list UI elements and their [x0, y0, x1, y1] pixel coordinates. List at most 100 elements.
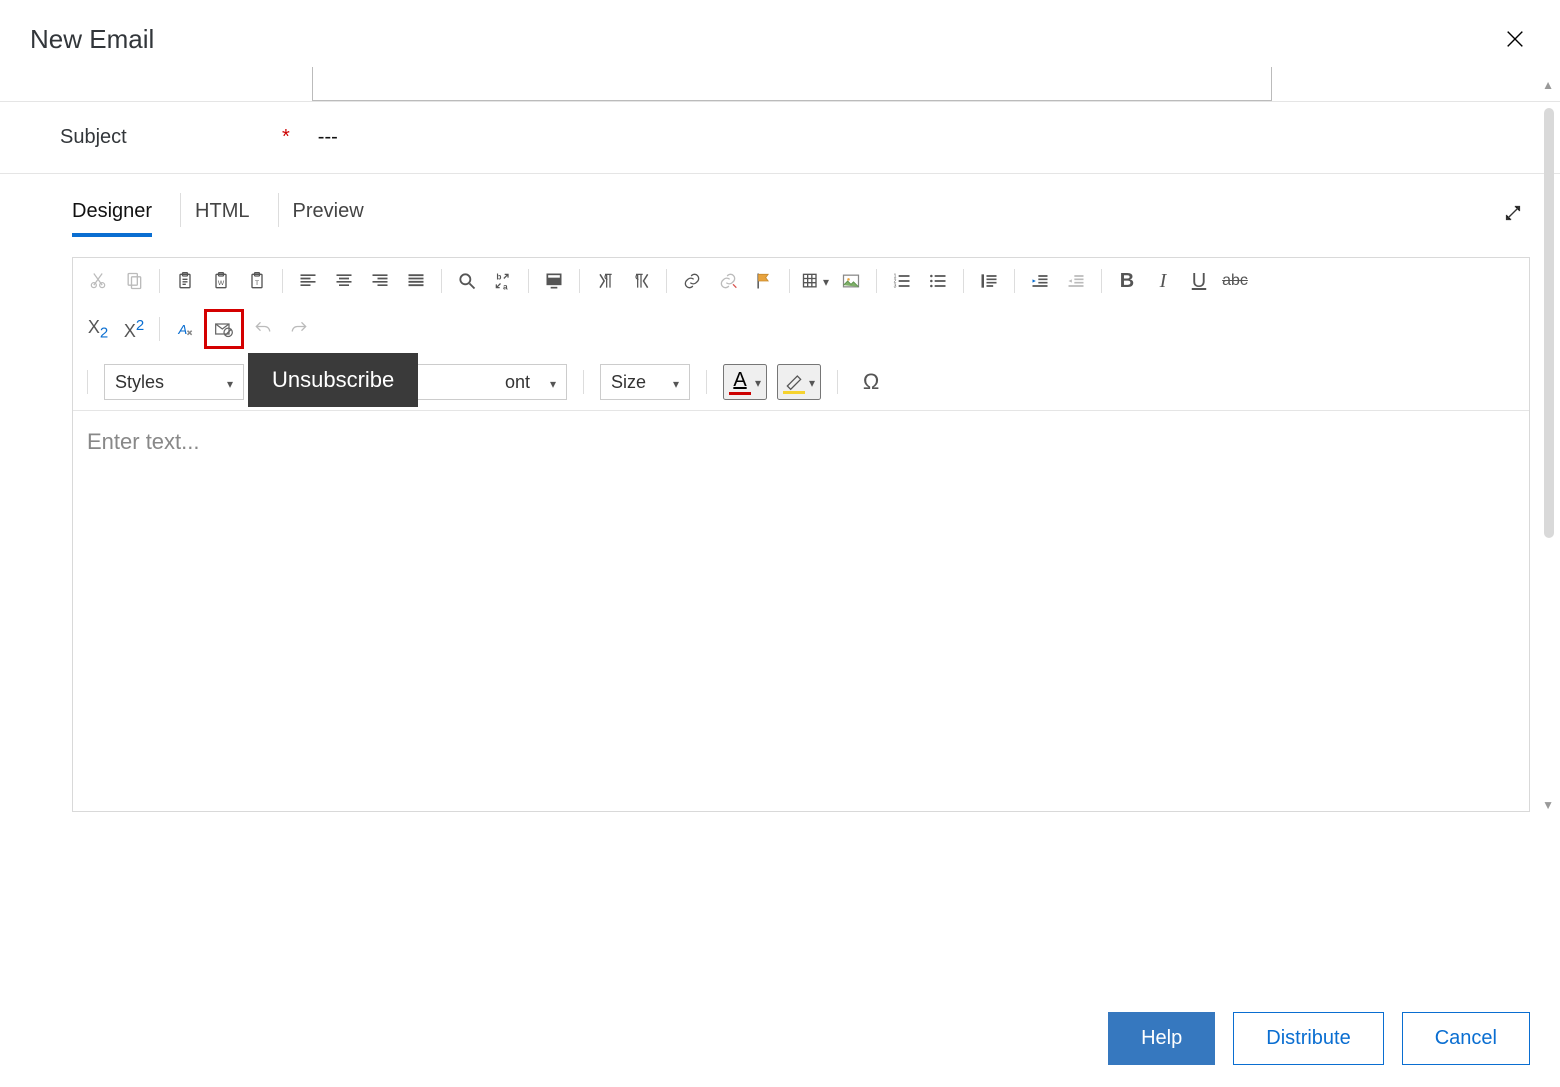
replace-button[interactable]: ba: [486, 264, 520, 298]
toolbar-separator: [159, 269, 160, 293]
templates-icon: [544, 271, 564, 291]
bold-button[interactable]: B: [1110, 264, 1144, 298]
toolbar-separator: [666, 269, 667, 293]
subject-value[interactable]: ---: [318, 126, 338, 149]
paste-word-button[interactable]: W: [204, 264, 238, 298]
outdent-button[interactable]: [1059, 264, 1093, 298]
chevron-down-icon: [755, 375, 761, 390]
italic-button[interactable]: I: [1146, 264, 1180, 298]
numbered-list-button[interactable]: 123: [885, 264, 919, 298]
chevron-down-icon: [823, 274, 829, 289]
toolbar-separator: [706, 370, 707, 394]
tab-separator: [180, 193, 181, 227]
expand-icon: [1502, 202, 1524, 224]
help-button[interactable]: Help: [1108, 1012, 1215, 1065]
templates-button[interactable]: [537, 264, 571, 298]
chevron-down-icon: [227, 372, 233, 393]
scroll-down-indicator[interactable]: ▼: [1542, 798, 1554, 812]
styles-label: Styles: [115, 372, 164, 393]
tab-separator: [278, 193, 279, 227]
paste-word-icon: W: [211, 271, 231, 291]
italic-icon: I: [1160, 270, 1167, 293]
editor-content[interactable]: Enter text...: [73, 411, 1529, 811]
underline-icon: U: [1192, 270, 1206, 293]
tab-designer[interactable]: Designer: [72, 192, 152, 237]
subject-label: Subject: [60, 126, 282, 149]
undo-icon: [253, 319, 273, 339]
toolbar-separator: [876, 269, 877, 293]
styles-dropdown[interactable]: Styles: [104, 364, 244, 400]
toolbar-separator: [1101, 269, 1102, 293]
chevron-down-icon: [550, 372, 556, 393]
image-button[interactable]: [834, 264, 868, 298]
svg-text:A: A: [177, 322, 187, 337]
toolbar-separator: [282, 269, 283, 293]
align-left-button[interactable]: [291, 264, 325, 298]
blockquote-button[interactable]: [972, 264, 1006, 298]
toolbar-separator: [963, 269, 964, 293]
unlink-icon: [718, 271, 738, 291]
align-left-icon: [298, 271, 318, 291]
underline-button[interactable]: U: [1182, 264, 1216, 298]
scroll-up-indicator[interactable]: ▲: [1542, 78, 1554, 92]
bullet-list-icon: [928, 271, 948, 291]
subscript-button[interactable]: X2: [81, 312, 115, 346]
paste-button[interactable]: [168, 264, 202, 298]
find-button[interactable]: [450, 264, 484, 298]
align-center-button[interactable]: [327, 264, 361, 298]
strikethrough-icon: abc: [1222, 272, 1248, 290]
unlink-button[interactable]: [711, 264, 745, 298]
strikethrough-button[interactable]: abc: [1218, 264, 1252, 298]
header-input-remnant[interactable]: [312, 67, 1272, 101]
toolbar-separator: [441, 269, 442, 293]
ltr-icon: [595, 271, 615, 291]
omega-icon: Ω: [863, 369, 879, 395]
align-right-icon: [370, 271, 390, 291]
vertical-scrollbar[interactable]: [1544, 108, 1554, 538]
tab-preview[interactable]: Preview: [293, 192, 364, 237]
expand-button[interactable]: [1496, 196, 1530, 233]
blockquote-icon: [979, 271, 999, 291]
dialog-title: New Email: [30, 24, 154, 55]
align-center-icon: [334, 271, 354, 291]
anchor-button[interactable]: [747, 264, 781, 298]
toolbar-separator: [528, 269, 529, 293]
toolbar-separator: [583, 370, 584, 394]
indent-button[interactable]: [1023, 264, 1057, 298]
paste-text-button[interactable]: T: [240, 264, 274, 298]
ltr-button[interactable]: [588, 264, 622, 298]
chevron-down-icon: [673, 372, 679, 393]
toolbar-separator: [789, 269, 790, 293]
toolbar-separator: [579, 269, 580, 293]
tab-html[interactable]: HTML: [195, 192, 249, 237]
distribute-button[interactable]: Distribute: [1233, 1012, 1383, 1065]
size-dropdown[interactable]: Size: [600, 364, 690, 400]
align-justify-icon: [406, 271, 426, 291]
special-char-button[interactable]: Ω: [854, 365, 888, 399]
superscript-button[interactable]: X2: [117, 312, 151, 346]
close-button[interactable]: [1500, 24, 1530, 57]
cut-button[interactable]: [81, 264, 115, 298]
paste-icon: [175, 271, 195, 291]
remove-format-button[interactable]: A: [168, 312, 202, 346]
align-right-button[interactable]: [363, 264, 397, 298]
unsubscribe-button[interactable]: [207, 312, 241, 346]
superscript-icon: X2: [124, 317, 144, 342]
toolbar-separator: [159, 317, 160, 341]
link-button[interactable]: [675, 264, 709, 298]
undo-button[interactable]: [246, 312, 280, 346]
bullet-list-button[interactable]: [921, 264, 955, 298]
size-label: Size: [611, 372, 646, 393]
redo-button[interactable]: [282, 312, 316, 346]
cancel-button[interactable]: Cancel: [1402, 1012, 1530, 1065]
text-color-icon: A: [729, 369, 751, 395]
bg-color-button[interactable]: [777, 364, 821, 400]
text-color-button[interactable]: A: [723, 364, 767, 400]
align-justify-button[interactable]: [399, 264, 433, 298]
copy-button[interactable]: [117, 264, 151, 298]
table-button[interactable]: [798, 264, 832, 298]
redo-icon: [289, 319, 309, 339]
rtl-button[interactable]: [624, 264, 658, 298]
svg-text:T: T: [255, 280, 259, 287]
outdent-icon: [1066, 271, 1086, 291]
